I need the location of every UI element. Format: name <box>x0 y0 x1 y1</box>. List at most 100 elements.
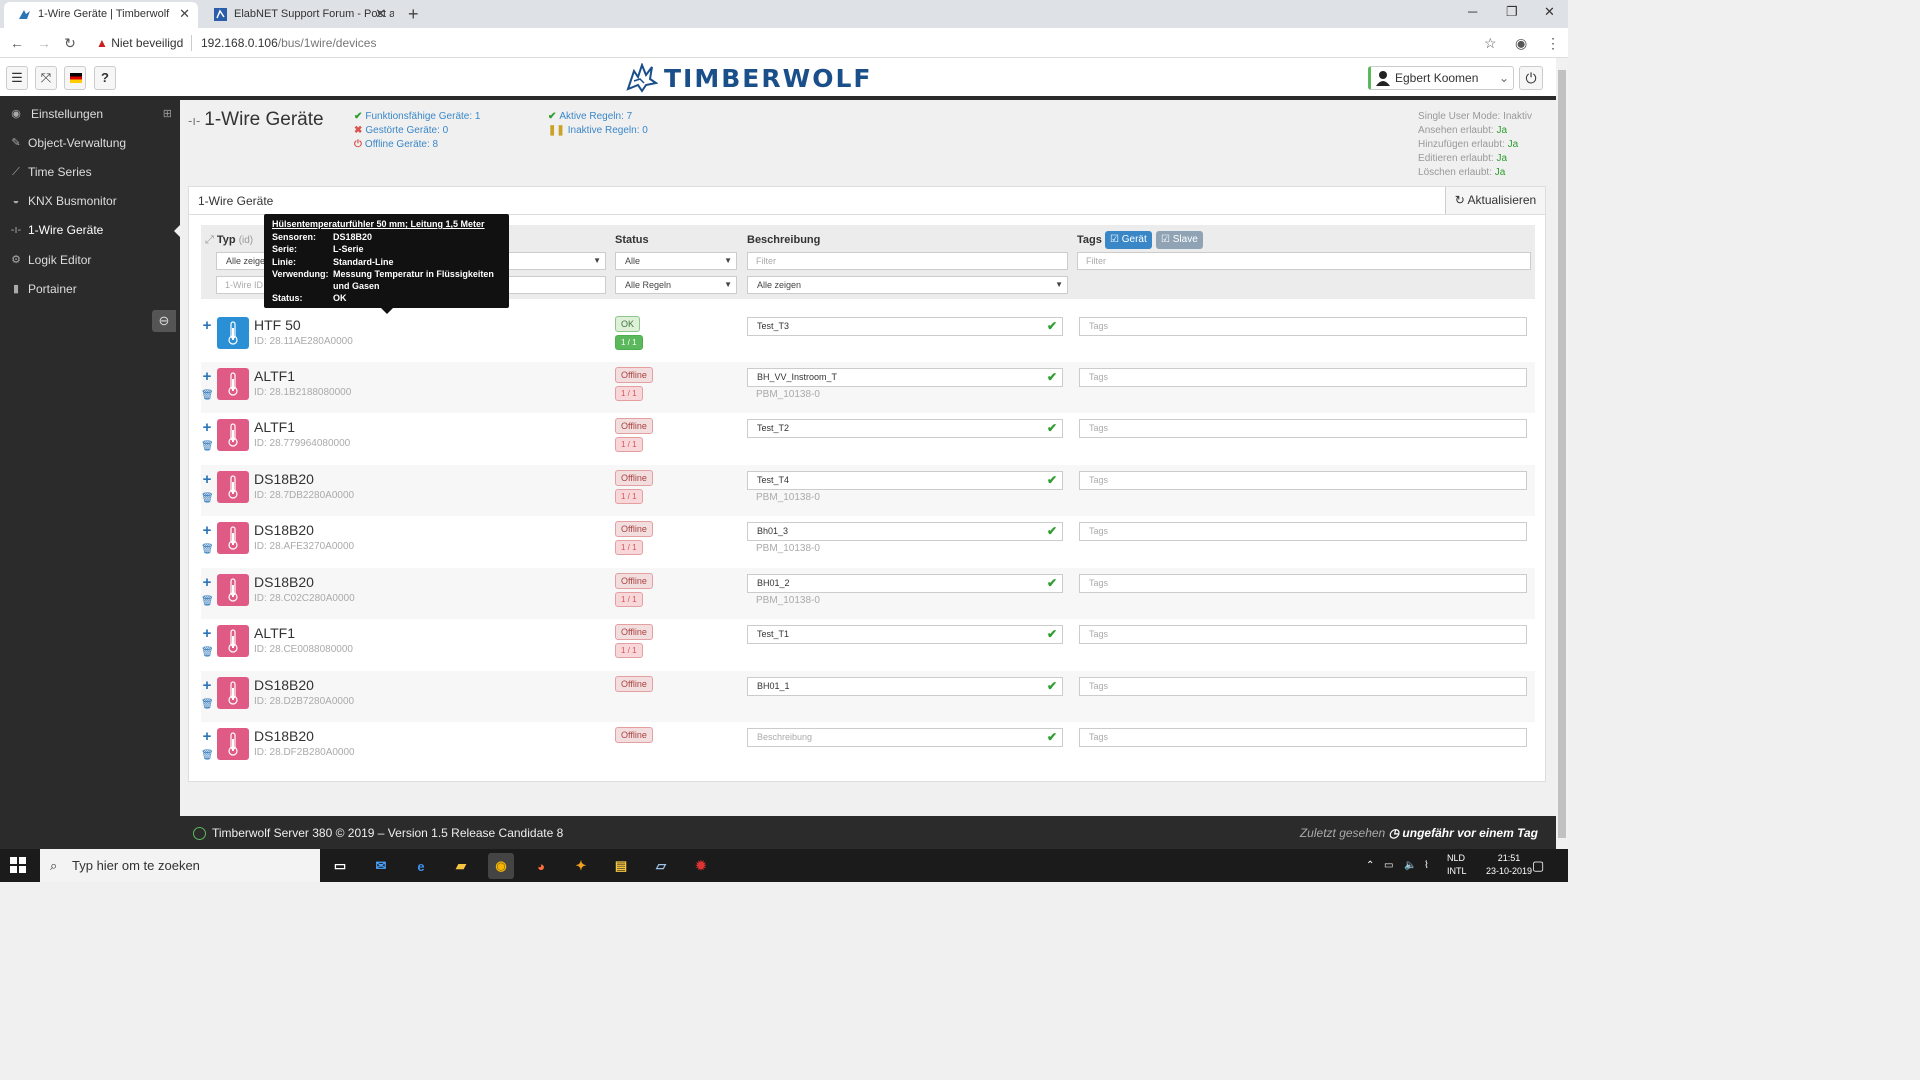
fullscreen-button[interactable]: ⤧ <box>35 66 57 90</box>
table-row[interactable]: + 🗑 ALTF1 ID: 28.779964080000 Offline 1 … <box>201 413 1535 464</box>
logout-power-button[interactable]: ⏻ <box>1519 66 1543 90</box>
notepad-icon[interactable]: ▤ <box>608 853 634 879</box>
device-name[interactable]: DS18B20 <box>254 728 314 744</box>
back-arrow-icon[interactable]: ← <box>7 33 27 53</box>
trash-icon[interactable]: 🗑 <box>201 596 214 607</box>
user-dropdown[interactable]: Egbert Koomen ⌄ <box>1368 66 1514 90</box>
rules-filter-select[interactable]: Alle Regeln ▼ <box>615 276 737 294</box>
taskbar-search-input[interactable]: ⌕ Typ hier om te zoeken <box>40 849 320 882</box>
table-row[interactable]: + 🗑 DS18B20 ID: 28.7DB2280A0000 Offline … <box>201 465 1535 516</box>
account-icon[interactable]: ◉ <box>1515 34 1527 52</box>
browser-menu-icon[interactable]: ⋮ <box>1546 34 1560 52</box>
sidebar-item-knx-busmonitor[interactable]: ◒ KNX Busmonitor <box>0 187 180 216</box>
table-row[interactable]: + 🗑 DS18B20 ID: 28.AFE3270A0000 Offline … <box>201 516 1535 567</box>
tags-input[interactable]: Tags <box>1079 677 1527 696</box>
add-rule-icon[interactable]: + <box>201 574 213 591</box>
browser-tab-timberwolf[interactable]: 1-Wire Geräte | Timberwolf ✕ <box>4 2 198 28</box>
description-input[interactable]: Bh01_3 ✔ <box>747 522 1063 541</box>
windows-start-icon[interactable] <box>10 857 26 873</box>
trash-icon[interactable]: 🗑 <box>201 750 214 761</box>
sidebar-item-portainer[interactable]: ▮ Portainer <box>0 275 180 304</box>
sidebar-item-1wire-geraete[interactable]: -ı- 1-Wire Geräte <box>0 216 181 245</box>
description-input[interactable]: Test_T3 ✔ <box>747 317 1063 336</box>
tags-filter-input[interactable]: Filter <box>1077 252 1531 270</box>
edge-browser-icon[interactable]: e <box>408 853 434 879</box>
vertical-scrollbar[interactable] <box>1556 58 1568 849</box>
browser-tab-elabnet[interactable]: ElabNET Support Forum - Post a ✕ <box>200 2 394 28</box>
minimize-window-icon[interactable]: ─ <box>1468 4 1477 20</box>
description-input[interactable]: Test_T4 ✔ <box>747 471 1063 490</box>
tag-filter-geraet-button[interactable]: ☑ Gerät <box>1105 231 1152 249</box>
close-tab-icon[interactable]: ✕ <box>375 2 386 26</box>
trash-icon[interactable]: 🗑 <box>201 441 214 452</box>
sidebar-item-time-series[interactable]: ⟋ Time Series <box>0 158 180 187</box>
bird-app-icon[interactable]: ✦ <box>568 853 594 879</box>
tags-input[interactable]: Tags <box>1079 471 1527 490</box>
task-view-icon[interactable]: ▭ <box>327 853 353 879</box>
trash-icon[interactable]: 🗑 <box>201 390 214 401</box>
device-name[interactable]: DS18B20 <box>254 574 314 590</box>
expand-icon[interactable]: ⊞ <box>163 100 172 129</box>
restore-window-icon[interactable]: ❐ <box>1506 4 1518 20</box>
add-rule-icon[interactable]: + <box>201 419 213 436</box>
add-rule-icon[interactable]: + <box>201 625 213 642</box>
table-row[interactable]: + HTF 50 ID: 28.11AE280A0000 OK 1 / 1 Te… <box>201 311 1535 362</box>
language-button[interactable] <box>64 66 86 90</box>
add-rule-icon[interactable]: + <box>201 677 213 694</box>
tags-input[interactable]: Tags <box>1079 368 1527 387</box>
bookmark-star-icon[interactable]: ☆ <box>1484 34 1497 52</box>
red-app-icon[interactable]: ✹ <box>688 853 714 879</box>
language-indicator[interactable]: NLD INTL <box>1447 852 1467 878</box>
description-input[interactable]: BH_VV_Instroom_T ✔ <box>747 368 1063 387</box>
sidebar-item-object-verwaltung[interactable]: ✎ Object-Verwaltung <box>0 129 180 158</box>
stat-functional[interactable]: ✔ Funktionsfähige Geräte: 1 <box>354 110 480 124</box>
add-rule-icon[interactable]: + <box>201 522 213 539</box>
new-tab-button[interactable]: + <box>408 4 419 24</box>
table-row[interactable]: + 🗑 DS18B20 ID: 28.C02C280A0000 Offline … <box>201 568 1535 619</box>
column-header-status[interactable]: Status <box>615 234 649 246</box>
url-field[interactable]: 192.168.0.106/bus/1wire/devices <box>201 35 376 51</box>
close-tab-icon[interactable]: ✕ <box>179 2 190 26</box>
chrome-browser-icon[interactable]: ◉ <box>488 853 514 879</box>
mail-app-icon[interactable]: ✉ <box>368 853 394 879</box>
tag-filter-slave-button[interactable]: ☑ Slave <box>1156 231 1203 249</box>
add-rule-icon[interactable]: + <box>201 471 213 488</box>
table-row[interactable]: + 🗑 DS18B20 ID: 28.DF2B280A0000 Offline … <box>201 722 1535 773</box>
tags-input[interactable]: Tags <box>1079 419 1527 438</box>
rules-badge[interactable]: 1 / 1 <box>615 540 643 555</box>
speaker-icon[interactable]: 🔈 <box>1404 849 1416 882</box>
add-rule-icon[interactable]: + <box>201 368 213 385</box>
security-warning[interactable]: ▲ Niet beveiligd <box>96 35 193 51</box>
description-input[interactable]: BH01_2 ✔ <box>747 574 1063 593</box>
stat-faulty[interactable]: ✖ Gestörte Geräte: 0 <box>354 124 480 138</box>
table-row[interactable]: + 🗑 ALTF1 ID: 28.CE0088080000 Offline 1 … <box>201 619 1535 670</box>
rules-badge[interactable]: 1 / 1 <box>615 335 643 350</box>
device-name[interactable]: ALTF1 <box>254 368 295 384</box>
rules-badge[interactable]: 1 / 1 <box>615 592 643 607</box>
stat-offline[interactable]: ⏻ Offline Geräte: 8 <box>354 138 480 152</box>
tags-input[interactable]: Tags <box>1079 522 1527 541</box>
column-header-typ[interactable]: ⤢ Typ (id) <box>205 234 253 247</box>
stat-active-rules[interactable]: ✔ Aktive Regeln: 7 <box>548 110 648 124</box>
device-name[interactable]: ALTF1 <box>254 625 295 641</box>
column-header-beschreibung[interactable]: Beschreibung <box>747 234 820 246</box>
description-input[interactable]: Test_T1 ✔ <box>747 625 1063 644</box>
help-button[interactable]: ? <box>94 66 116 90</box>
status-filter-select[interactable]: Alle ▼ <box>615 252 737 270</box>
tray-chevron-icon[interactable]: ⌃ <box>1366 849 1374 882</box>
device-name[interactable]: DS18B20 <box>254 471 314 487</box>
stat-inactive-rules[interactable]: ❚❚ Inaktive Regeln: 0 <box>548 124 648 138</box>
notifications-icon[interactable]: ▢ <box>1532 849 1544 882</box>
device-name[interactable]: DS18B20 <box>254 522 314 538</box>
trash-icon[interactable]: 🗑 <box>201 544 214 555</box>
forward-arrow-icon[interactable]: → <box>34 33 54 53</box>
firefox-browser-icon[interactable]: ◕ <box>528 853 554 879</box>
description-input[interactable]: Beschreibung ✔ <box>747 728 1063 747</box>
description-input[interactable]: Test_T2 ✔ <box>747 419 1063 438</box>
desc-filter-input[interactable]: Filter <box>747 252 1068 270</box>
tags-input[interactable]: Tags <box>1079 728 1527 747</box>
description-input[interactable]: BH01_1 ✔ <box>747 677 1063 696</box>
rules-badge[interactable]: 1 / 1 <box>615 643 643 658</box>
trash-icon[interactable]: 🗑 <box>201 699 214 710</box>
rules-badge[interactable]: 1 / 1 <box>615 489 643 504</box>
